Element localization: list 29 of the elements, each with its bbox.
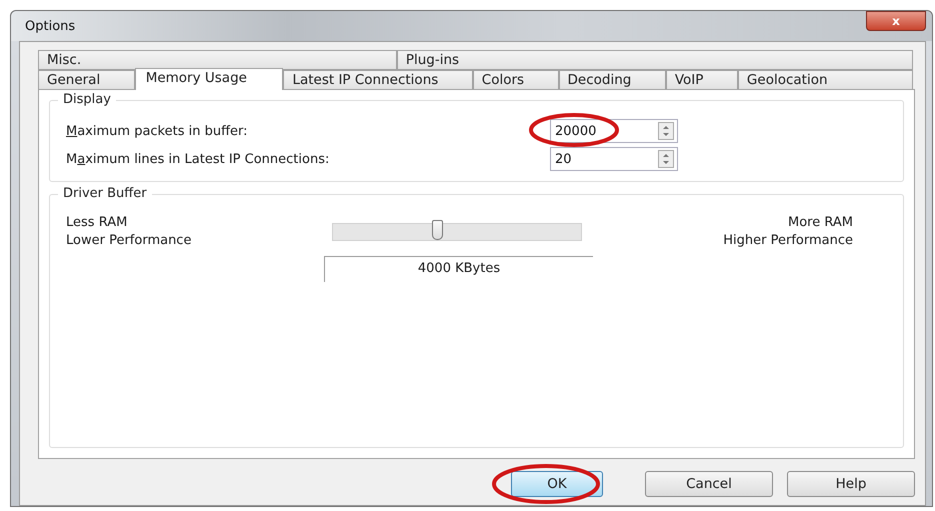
dialog-button[interactable]: Help — [787, 471, 915, 497]
slider-track[interactable] — [332, 223, 582, 241]
field-label: Maximum packets in buffer: — [66, 124, 249, 138]
slider-caption: Lower Performance — [66, 233, 192, 248]
tab[interactable]: Latest IP Connections — [283, 70, 473, 90]
tab[interactable]: VoIP — [666, 70, 738, 90]
slider-caption: Less RAM — [66, 215, 128, 230]
spinner-input[interactable]: 20000 — [551, 124, 658, 138]
slider-thumb[interactable] — [432, 220, 444, 240]
tab[interactable]: Plug-ins — [396, 50, 913, 70]
tab[interactable]: Memory Usage — [134, 68, 284, 90]
dialog-button[interactable]: OK — [511, 471, 603, 497]
buffer-size-reading: 4000 KBytes — [324, 256, 593, 282]
number-spinner[interactable]: 20 — [550, 147, 678, 171]
tab[interactable]: Misc. — [38, 50, 397, 70]
field-label: Maximum lines in Latest IP Connections: — [66, 152, 330, 166]
window-title: Options — [25, 18, 76, 34]
dialog-button[interactable]: Cancel — [645, 471, 773, 497]
slider-caption: Higher Performance — [723, 233, 853, 248]
spin-arrows-icon[interactable] — [658, 150, 674, 168]
spin-arrows-icon[interactable] — [658, 122, 674, 140]
tab[interactable]: Colors — [472, 70, 559, 90]
tab[interactable]: Decoding — [558, 70, 666, 90]
tab[interactable]: Geolocation — [738, 70, 913, 90]
slider-caption: More RAM — [788, 215, 853, 230]
tab[interactable]: General — [38, 70, 135, 90]
group-title: Display — [58, 92, 116, 107]
number-spinner[interactable]: 20000 — [550, 119, 678, 143]
spinner-input[interactable]: 20 — [551, 152, 658, 166]
